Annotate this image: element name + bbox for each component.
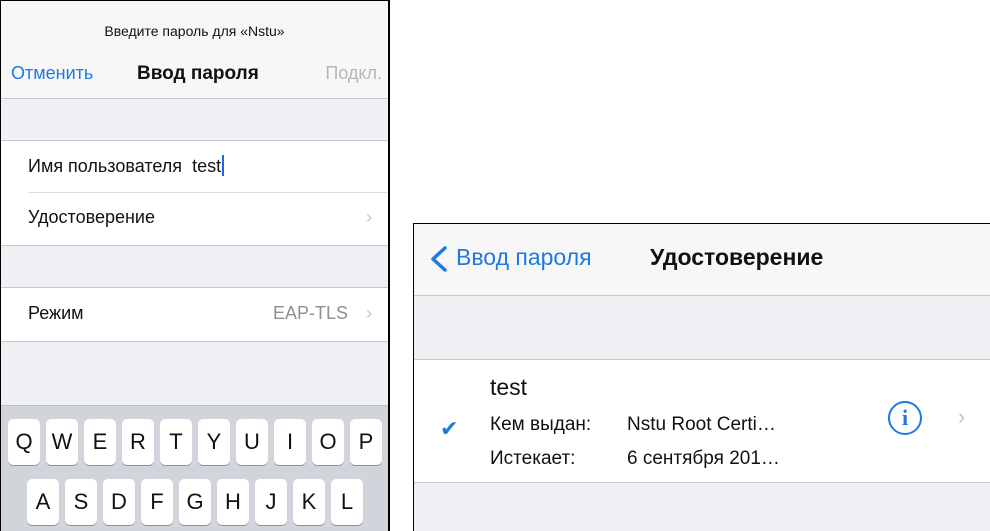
info-icon[interactable]: i xyxy=(888,401,922,435)
network-prompt: Введите пароль для «Nstu» xyxy=(104,23,285,39)
key-l[interactable]: L xyxy=(331,479,363,525)
key-o[interactable]: O xyxy=(312,419,344,465)
key-u[interactable]: U xyxy=(236,419,268,465)
mode-row[interactable]: Режим EAP-TLS › xyxy=(1,289,388,340)
certificate-row[interactable]: ✔ test Кем выдан: Nstu Root Certi… Истека… xyxy=(414,359,990,483)
identity-label: Удостоверение xyxy=(28,207,155,227)
page-title: Ввод пароля xyxy=(137,63,259,84)
key-p[interactable]: P xyxy=(350,419,382,465)
connect-button[interactable]: Подкл. xyxy=(325,63,382,84)
key-k[interactable]: K xyxy=(293,479,325,525)
expires-value: 6 сентября 201… xyxy=(627,448,780,469)
cancel-button[interactable]: Отменить xyxy=(11,63,93,84)
key-h[interactable]: H xyxy=(217,479,249,525)
identity-row[interactable]: Удостоверение › xyxy=(1,193,388,244)
key-e[interactable]: E xyxy=(84,419,116,465)
chevron-right-icon: › xyxy=(958,404,966,429)
key-j[interactable]: J xyxy=(255,479,287,525)
key-i[interactable]: I xyxy=(274,419,306,465)
checkmark-icon: ✔ xyxy=(440,416,459,441)
key-a[interactable]: A xyxy=(27,479,59,525)
identity-screen: Ввод пароля Удостоверение ✔ test Кем выд… xyxy=(413,223,990,531)
expires-label: Истекает: xyxy=(490,448,576,469)
back-button[interactable]: Ввод пароля xyxy=(456,244,592,271)
key-f[interactable]: F xyxy=(141,479,173,525)
username-field[interactable]: Имя пользователя test xyxy=(1,141,388,192)
chevron-left-icon[interactable] xyxy=(428,246,452,272)
key-q[interactable]: Q xyxy=(8,419,40,465)
key-d[interactable]: D xyxy=(103,479,135,525)
issued-by: Кем выдан: Nstu Root Certi… xyxy=(490,414,776,436)
key-w[interactable]: W xyxy=(46,419,78,465)
username-label: Имя пользователя test xyxy=(28,155,225,177)
key-t[interactable]: T xyxy=(160,419,192,465)
username-value[interactable]: test xyxy=(192,156,221,176)
key-r[interactable]: R xyxy=(122,419,154,465)
key-s[interactable]: S xyxy=(65,479,97,525)
keyboard: Q W E R T Y U I O P A S D F G H J K L xyxy=(1,405,388,531)
mode-group: Режим EAP-TLS › xyxy=(1,287,388,342)
key-y[interactable]: Y xyxy=(198,419,230,465)
issued-by-label: Кем выдан: xyxy=(490,414,592,435)
navigation-bar: Введите пароль для «Nstu» Отменить Ввод … xyxy=(1,1,388,99)
mode-value: EAP-TLS xyxy=(272,303,348,323)
expires: Истекает: 6 сентября 201… xyxy=(490,448,780,470)
page-title: Удостоверение xyxy=(650,244,824,270)
credentials-group: Имя пользователя test Удостоверение › xyxy=(1,140,388,246)
text-cursor xyxy=(222,155,225,176)
chevron-right-icon: › xyxy=(366,207,372,227)
password-entry-screen: Введите пароль для «Nstu» Отменить Ввод … xyxy=(0,0,390,531)
mode-label: Режим xyxy=(28,303,84,323)
issued-by-value: Nstu Root Certi… xyxy=(627,414,776,435)
certificate-name: test xyxy=(490,374,528,400)
navigation-bar: Ввод пароля Удостоверение xyxy=(414,224,990,296)
chevron-right-icon: › xyxy=(366,303,372,323)
key-g[interactable]: G xyxy=(179,479,211,525)
